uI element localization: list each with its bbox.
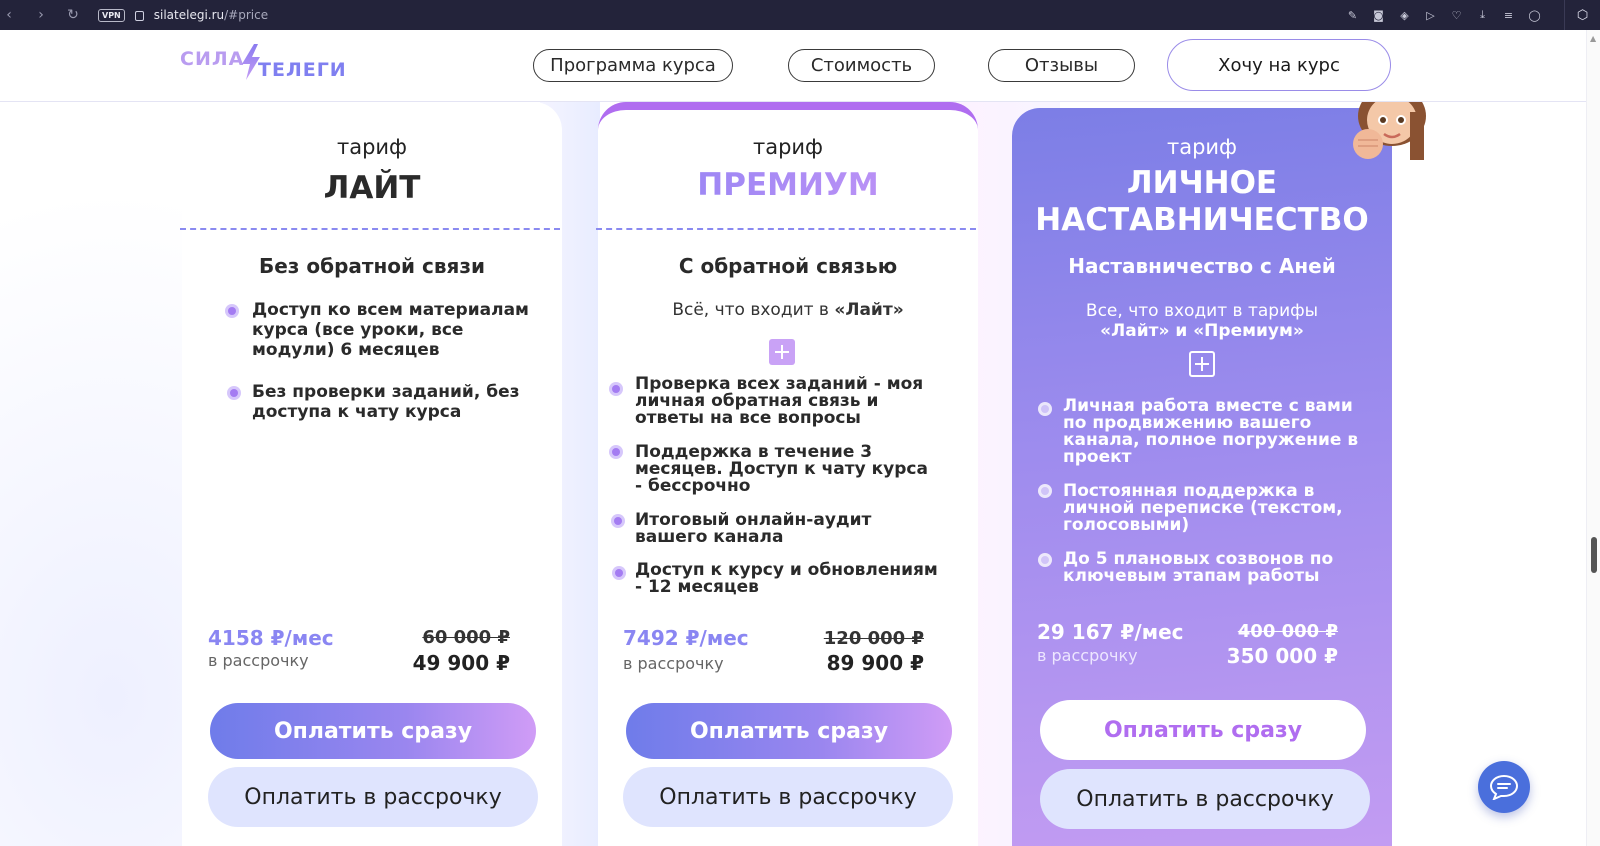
divider xyxy=(596,228,976,230)
plan-subtitle: Без обратной связи xyxy=(258,254,486,278)
camera-icon[interactable]: ◙ xyxy=(1371,8,1386,23)
bullet-icon xyxy=(225,304,239,318)
browser-nav: ‹ › ↻ xyxy=(0,7,82,23)
feature-item: Доступ ко всем материалам курса (все уро… xyxy=(252,300,529,360)
pay-installment-button[interactable]: Оплатить в рассрочку xyxy=(623,767,953,827)
lock-icon xyxy=(134,11,144,21)
nav-price[interactable]: Стоимость xyxy=(788,49,935,82)
feature-item: Доступ к курсу и обновлениям - 12 месяце… xyxy=(635,560,938,597)
plus-icon xyxy=(1189,351,1215,377)
page-scrollbar[interactable]: ▲ xyxy=(1586,30,1600,846)
feature-item: Проверка всех заданий - моя личная обрат… xyxy=(635,374,924,428)
bullet-icon xyxy=(609,445,623,459)
plus-icon xyxy=(769,339,795,365)
vpn-badge[interactable]: VPN xyxy=(98,8,125,22)
logo-text-top: СИЛА xyxy=(180,48,245,70)
includes-prefix: Всё, что входит в xyxy=(672,300,835,320)
installment-label: в рассрочку xyxy=(1037,646,1138,665)
pay-installment-button[interactable]: Оплатить в рассрочку xyxy=(1040,769,1370,829)
feature-item: Без проверки заданий, без доступа к чату… xyxy=(252,382,520,422)
profile-icon[interactable]: ◯ xyxy=(1527,8,1542,23)
nav-reviews[interactable]: Отзывы xyxy=(988,49,1135,82)
bullet-icon xyxy=(612,566,626,580)
installment-label: в рассрочку xyxy=(208,651,309,670)
site-header: СИЛА ТЕЛЕГИ Программа курса Стоимость От… xyxy=(0,30,1586,102)
shield-icon[interactable]: ◈ xyxy=(1397,8,1412,23)
join-course-button[interactable]: Хочу на курс xyxy=(1167,39,1391,91)
pay-now-button[interactable]: Оплатить сразу xyxy=(1040,700,1366,760)
avatar-memoji-icon xyxy=(1350,102,1428,160)
reload-icon[interactable]: ↻ xyxy=(64,7,82,23)
address-bar[interactable]: silatelegi.ru/#price xyxy=(154,8,268,22)
extensions-icon[interactable]: ⬡ xyxy=(1564,0,1600,30)
tariff-label: тариф xyxy=(752,135,824,159)
bullet-icon xyxy=(227,386,241,400)
logo-text-bottom: ТЕЛЕГИ xyxy=(258,59,347,81)
plan-name: ПРЕМИУМ xyxy=(598,166,978,204)
url-path: /#price xyxy=(224,8,269,22)
bullet-icon xyxy=(609,382,623,396)
back-icon[interactable]: ‹ xyxy=(0,7,18,23)
scroll-up-icon[interactable]: ▲ xyxy=(1590,34,1596,43)
browser-tools: ✎ ◙ ◈ ▷ ♡ ⤓ ≡ ◯ xyxy=(1345,0,1542,30)
nav-program[interactable]: Программа курса xyxy=(533,49,733,82)
bullet-icon xyxy=(611,514,625,528)
includes-bold: «Лайт» xyxy=(834,300,904,320)
installment-label: в рассрочку xyxy=(623,654,724,673)
tariff-label: тариф xyxy=(336,135,408,159)
old-price: 120 000 ₽ xyxy=(823,628,924,649)
url-domain: silatelegi.ru xyxy=(153,8,225,22)
divider xyxy=(180,228,560,230)
plan-subtitle: С обратной связью xyxy=(678,254,898,278)
plan-name-line2: НАСТАВНИЧЕСТВО xyxy=(1035,202,1369,238)
monthly-price: 4158 ₽/мес xyxy=(208,626,334,650)
current-price: 89 900 ₽ xyxy=(826,651,924,675)
logo[interactable]: СИЛА ТЕЛЕГИ xyxy=(180,44,350,86)
monthly-price: 29 167 ₽/мес xyxy=(1037,620,1184,644)
scrollbar-thumb[interactable] xyxy=(1591,537,1597,573)
feature-item: Постоянная поддержка в личной переписке … xyxy=(1063,481,1343,535)
plan-card-lite: тариф ЛАЙТ Без обратной связи Доступ ко … xyxy=(180,102,562,846)
pay-installment-button[interactable]: Оплатить в рассрочку xyxy=(208,767,538,827)
plan-card-premium: тариф ПРЕМИУМ С обратной связью Всё, что… xyxy=(596,102,978,846)
feature-item: До 5 плановых созвонов по ключевым этапа… xyxy=(1063,549,1334,586)
bullet-icon xyxy=(1038,402,1052,416)
tariff-label: тариф xyxy=(1166,135,1238,159)
download-icon[interactable]: ⤓ xyxy=(1475,8,1490,23)
old-price: 400 000 ₽ xyxy=(1237,621,1338,642)
feature-item: Итоговый онлайн-аудит вашего канала xyxy=(635,510,872,547)
bullet-icon xyxy=(1038,553,1052,567)
bullet-icon xyxy=(1038,484,1052,498)
plan-name: ЛАЙТ xyxy=(323,170,421,206)
pay-now-button[interactable]: Оплатить сразу xyxy=(210,703,536,759)
menu-icon[interactable]: ≡ xyxy=(1501,8,1516,23)
includes-line2: «Лайт» и «Премиум» xyxy=(1100,321,1304,341)
current-price: 350 000 ₽ xyxy=(1226,644,1338,668)
plan-subtitle: Наставничество с Аней xyxy=(1068,254,1336,278)
chat-button[interactable] xyxy=(1478,761,1530,813)
plan-name-line1: ЛИЧНОЕ xyxy=(1126,165,1278,201)
plan-card-personal: тариф ЛИЧНОЕ НАСТАВНИЧЕСТВО Наставничест… xyxy=(1012,108,1392,846)
edit-icon[interactable]: ✎ xyxy=(1345,8,1360,23)
forward-icon[interactable]: › xyxy=(32,7,50,23)
browser-toolbar: ‹ › ↻ VPN silatelegi.ru/#price ✎ ◙ ◈ ▷ ♡… xyxy=(0,0,1600,30)
heart-icon[interactable]: ♡ xyxy=(1449,8,1464,23)
send-icon[interactable]: ▷ xyxy=(1423,8,1438,23)
feature-item: Поддержка в течение 3 месяцев. Доступ к … xyxy=(635,442,928,496)
includes-text: Всё, что входит в «Лайт» xyxy=(598,300,978,320)
old-price: 60 000 ₽ xyxy=(422,627,510,648)
feature-item: Личная работа вместе с вами по продвижен… xyxy=(1063,396,1359,467)
includes-line1: Все, что входит в тарифы xyxy=(1085,301,1319,321)
chat-bubble-icon xyxy=(1489,774,1519,800)
pay-now-button[interactable]: Оплатить сразу xyxy=(626,703,952,759)
current-price: 49 900 ₽ xyxy=(412,651,510,675)
monthly-price: 7492 ₽/мес xyxy=(623,626,749,650)
